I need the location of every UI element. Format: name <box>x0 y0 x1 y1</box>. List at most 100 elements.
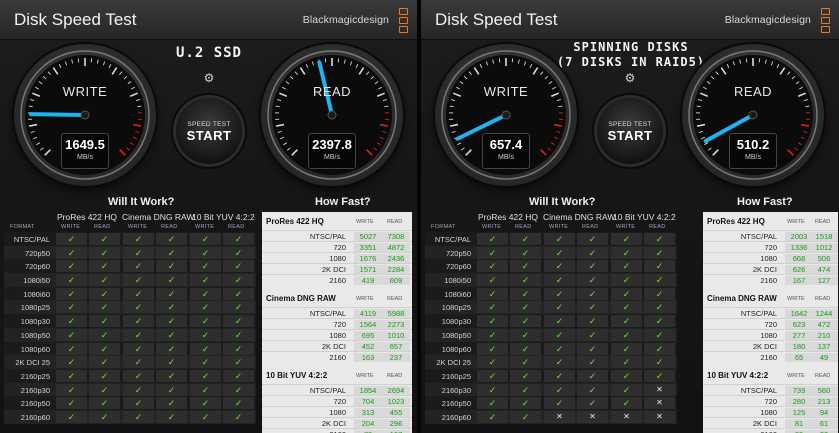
cross-icon: ✕ <box>644 397 675 410</box>
check-icon: ✓ <box>56 315 87 328</box>
check-icon: ✓ <box>544 246 575 259</box>
format-label: 1080p25 <box>20 303 50 313</box>
logo-square <box>399 8 408 15</box>
check-icon: ✓ <box>611 342 642 355</box>
will-it-work-title: Will It Work? <box>529 196 596 208</box>
codec-speed-block: ProRes 422 HQ WRITE READ NTSC/PAL 5027 7308 72… <box>262 212 412 285</box>
check-icon: ✓ <box>56 342 87 355</box>
read-column-header: READ <box>649 224 666 230</box>
write-fps-value: 695 <box>354 331 382 340</box>
check-icon: ✓ <box>611 260 642 273</box>
write-speed-readout: 657.4 MB/s <box>482 133 530 169</box>
codec-speed-header: ProRes 422 HQ WRITE READ <box>703 212 838 230</box>
write-column-header: WRITE <box>195 224 215 230</box>
check-icon: ✓ <box>89 233 120 245</box>
check-icon: ✓ <box>156 397 187 410</box>
format-column-header: FORMAT <box>10 224 35 230</box>
check-icon: ✓ <box>156 383 187 396</box>
write-fps-value: 1564 <box>354 320 382 329</box>
check-icon: ✓ <box>477 233 508 245</box>
read-fps-value: 2436 <box>382 254 410 263</box>
write-column-header: WRITE <box>356 219 374 225</box>
check-icon: ✓ <box>544 274 575 287</box>
start-button-label: START <box>186 128 232 143</box>
format-label: NTSC/PAL <box>434 235 471 244</box>
read-column-header: READ <box>582 224 599 230</box>
check-icon: ✓ <box>510 410 541 423</box>
write-fps-value: 65 <box>785 353 813 362</box>
format-label: 2160p25 <box>20 371 50 381</box>
check-icon: ✓ <box>89 287 120 300</box>
format-label: NTSC/PAL <box>13 235 50 244</box>
gauge-tick <box>384 105 389 108</box>
write-column-header: WRITE <box>356 296 374 302</box>
read-fps-value: 1010 <box>382 331 410 340</box>
resolution-label: 720 <box>764 243 777 252</box>
speed-row: 216073107 <box>262 428 412 433</box>
read-gauge-label: READ <box>733 84 773 99</box>
format-label: 1080p50 <box>441 330 471 340</box>
check-icon: ✓ <box>510 287 541 300</box>
check-icon: ✓ <box>223 397 254 410</box>
title-bar: Disk Speed Test Blackmagicdesign <box>0 0 417 40</box>
resolution-label: 720 <box>764 320 777 329</box>
check-icon: ✓ <box>544 397 575 410</box>
write-column-header: WRITE <box>482 224 502 230</box>
table-row: 720p60 ✓ ✓ ✓ ✓ ✓ ✓ <box>425 259 677 274</box>
check-icon: ✓ <box>190 260 221 273</box>
resolution-label: NTSC/PAL <box>740 386 777 395</box>
check-icon: ✓ <box>190 315 221 328</box>
title-bar: Disk Speed Test Blackmagicdesign <box>421 0 839 40</box>
resolution-label: 1080 <box>329 254 346 263</box>
speed-test-start-button[interactable]: SPEED TEST START <box>176 98 242 164</box>
start-button-caption: SPEED TEST <box>187 121 231 128</box>
read-fps-value: 455 <box>382 408 410 417</box>
disk-speed-test-window-2: Disk Speed Test Blackmagicdesign SPINNING … <box>421 0 839 433</box>
table-row: 1080p30 ✓ ✓ ✓ ✓ ✓ ✓ <box>4 314 256 328</box>
resolution-label: 2K DCI <box>752 265 777 274</box>
check-icon: ✓ <box>123 260 154 273</box>
will-it-work-header: ProRes 422 HQ Cinema DNG RAW 10 Bit YUV 4:… <box>425 212 677 232</box>
format-label: 720p50 <box>445 248 471 258</box>
app-title: Disk Speed Test <box>14 10 137 29</box>
check-icon: ✓ <box>644 260 675 273</box>
check-icon: ✓ <box>544 315 575 328</box>
check-icon: ✓ <box>223 383 254 396</box>
speed-test-start-button[interactable]: SPEED TEST START <box>597 98 663 164</box>
read-column-header: READ <box>161 224 178 230</box>
check-icon: ✓ <box>156 246 187 259</box>
format-label: 2160p25 <box>441 371 471 381</box>
write-fps-value: 739 <box>785 386 813 395</box>
check-icon: ✓ <box>156 260 187 273</box>
table-row: 720p50 ✓ ✓ ✓ ✓ ✓ ✓ <box>425 245 677 260</box>
needle-hub <box>80 110 90 120</box>
codec-name: Cinema DNG RAW <box>707 294 777 303</box>
settings-gear-icon[interactable]: ⚙ <box>201 70 217 86</box>
check-icon: ✓ <box>611 397 642 410</box>
check-icon: ✓ <box>123 246 154 259</box>
check-icon: ✓ <box>477 274 508 287</box>
check-icon: ✓ <box>477 342 508 355</box>
check-icon: ✓ <box>89 274 120 287</box>
read-fps-value: 506 <box>810 254 838 263</box>
format-label: 1080i60 <box>444 289 471 299</box>
read-column-header: READ <box>387 296 403 302</box>
gauge-tick <box>805 105 810 108</box>
check-icon: ✓ <box>156 410 187 423</box>
check-icon: ✓ <box>477 356 508 369</box>
speed-row: NTSC/PAL 4119 5988 <box>262 307 412 318</box>
table-row: NTSC/PAL ✓ ✓ ✓ ✓ ✓ ✓ <box>425 232 677 246</box>
check-icon: ✓ <box>510 397 541 410</box>
table-row: 1080i60 ✓ ✓ ✓ ✓ ✓ ✓ <box>4 286 256 301</box>
read-fps-value: 609 <box>382 276 410 285</box>
table-row: 2K DCI 25 ✓ ✓ ✓ ✓ ✓ ✓ <box>4 355 256 369</box>
speed-row: 1080 125 94 <box>703 406 838 417</box>
read-gauge: READ 510.2 MB/s <box>682 44 824 186</box>
check-icon: ✓ <box>577 356 608 369</box>
format-label: 2K DCI 25 <box>436 358 471 368</box>
resolution-label: 1080 <box>329 331 346 340</box>
write-fps-value: 313 <box>354 408 382 417</box>
settings-gear-icon[interactable]: ⚙ <box>622 70 638 86</box>
resolution-label: 1080 <box>760 408 777 417</box>
check-icon: ✓ <box>123 369 154 382</box>
